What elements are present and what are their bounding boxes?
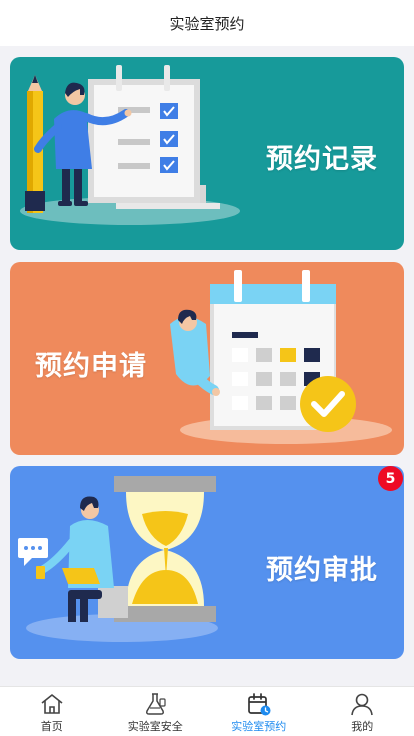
tab-label: 我的 [351, 720, 374, 733]
tab-label: 首页 [40, 720, 63, 733]
tab-label: 实验室预约 [231, 720, 287, 733]
card-title: 预约审批 [266, 555, 378, 586]
tab-label: 实验室安全 [127, 720, 183, 733]
card-title: 预约申请 [35, 351, 147, 382]
home-icon [41, 694, 63, 714]
flask-icon [146, 693, 166, 715]
pending-approval-badge: 5 [378, 466, 403, 491]
tab-lab-safety[interactable]: 实验室安全 [104, 687, 208, 736]
page-title: 实验室预约 [169, 14, 245, 33]
calendar-icon [247, 693, 271, 716]
card-title: 预约记录 [266, 144, 378, 175]
tab-home[interactable]: 首页 [0, 687, 104, 736]
reservation-records-card[interactable]: 预约记录 [10, 57, 404, 250]
bottom-tab-bar: 首页 实验室安全 实验室预约 我的 [0, 686, 414, 736]
user-icon [351, 693, 374, 716]
tab-lab-reservation[interactable]: 实验室预约 [207, 687, 311, 736]
reservation-approval-card[interactable]: 预约审批 [10, 466, 404, 659]
reservation-application-card[interactable]: 预约申请 [10, 262, 404, 455]
tab-mine[interactable]: 我的 [311, 687, 414, 736]
page-header: 实验室预约 [0, 0, 414, 46]
